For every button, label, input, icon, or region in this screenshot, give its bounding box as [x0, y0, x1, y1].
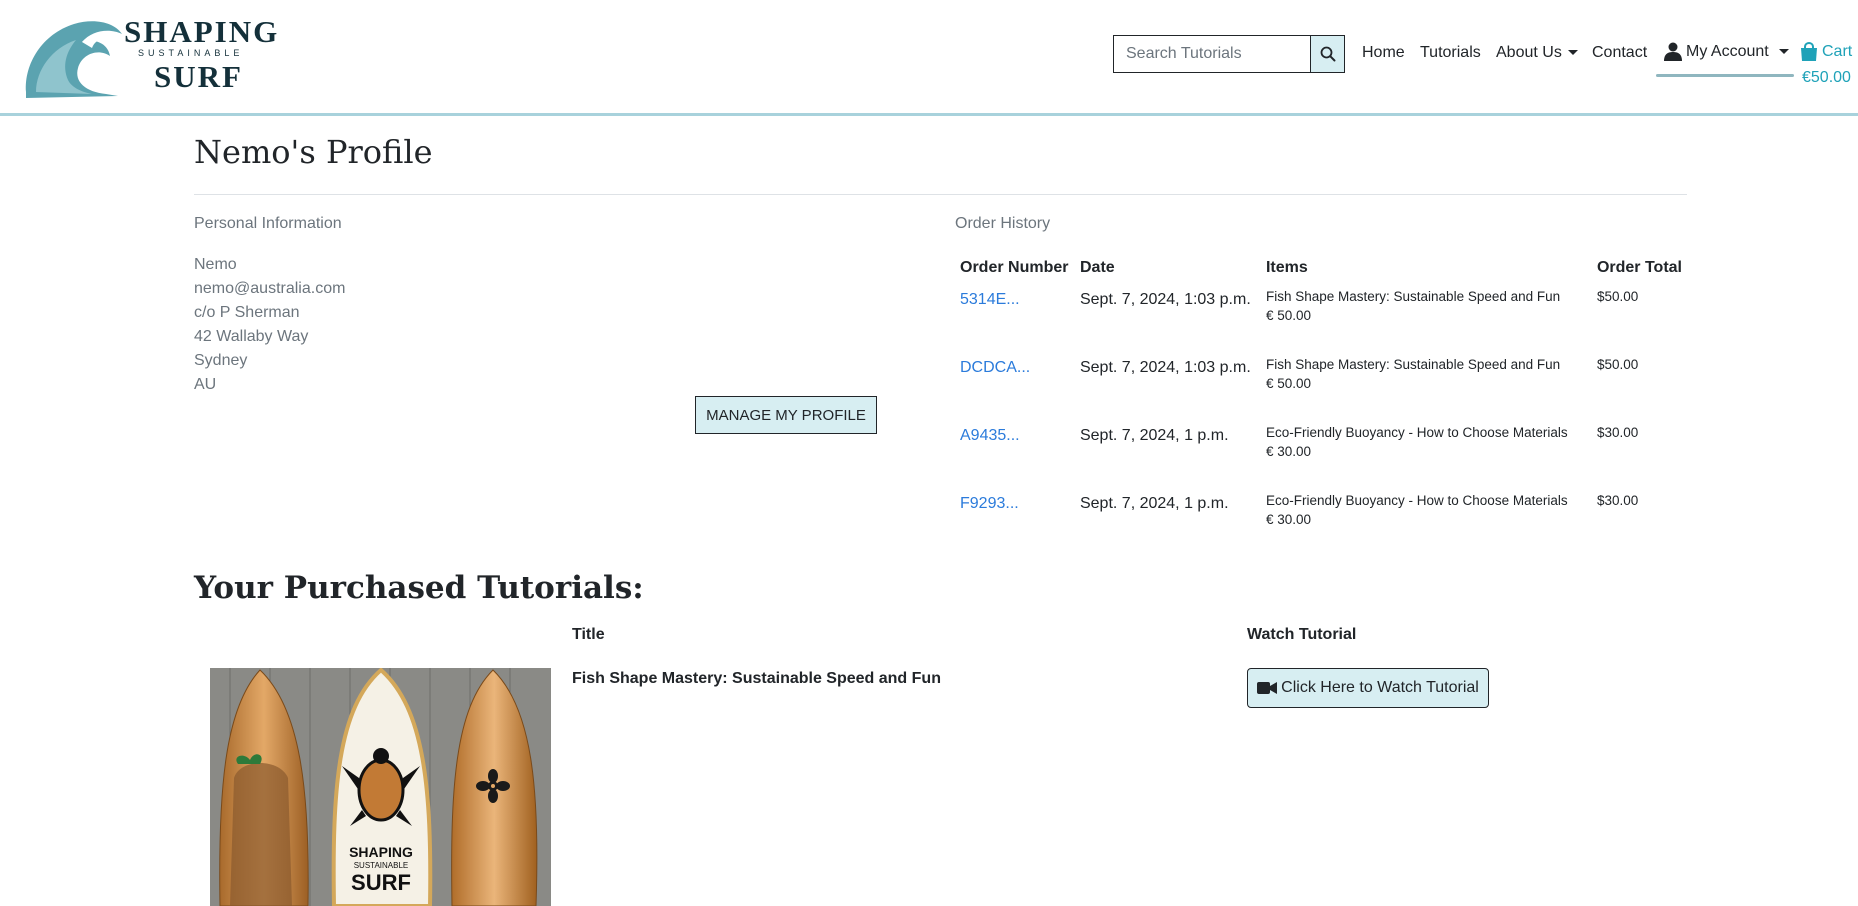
col-date: Date	[1079, 259, 1115, 276]
profile-address-line2: 42 Wallaby Way	[194, 328, 309, 345]
surfboards-image: SHAPING SUSTAINABLE SURF	[210, 668, 551, 906]
nav-account-label: My Account	[1686, 42, 1769, 60]
divider	[194, 194, 1687, 195]
table-row: F9293... Sept. 7, 2024, 1 p.m. Eco-Frien…	[955, 489, 1687, 557]
order-item-price: € 50.00	[1265, 308, 1312, 323]
tutorial-thumbnail: SHAPING SUSTAINABLE SURF	[210, 668, 551, 906]
personal-info-list: Nemo nemo@australia.com c/o P Sherman 42…	[194, 253, 345, 397]
search-button[interactable]	[1310, 35, 1345, 73]
watch-tutorial-button[interactable]: Click Here to Watch Tutorial	[1247, 668, 1489, 708]
order-date: Sept. 7, 2024, 1:03 p.m.	[1079, 359, 1251, 376]
order-total: $30.00	[1596, 425, 1639, 440]
nav-tutorials-link[interactable]: Tutorials	[1420, 44, 1481, 62]
order-item-name: Fish Shape Mastery: Sustainable Speed an…	[1265, 289, 1561, 304]
col-items: Items	[1265, 259, 1308, 276]
account-active-indicator	[1656, 74, 1794, 77]
video-camera-icon	[1257, 682, 1278, 694]
col-order-total: Order Total	[1596, 259, 1682, 276]
manage-profile-button[interactable]: MANAGE MY PROFILE	[695, 396, 877, 434]
wave-logo-icon	[25, 21, 122, 99]
order-number-link[interactable]: DCDCA...	[960, 357, 1070, 377]
page-title: Nemo's Profile	[194, 133, 433, 171]
order-item-name: Eco-Friendly Buoyancy - How to Choose Ma…	[1265, 425, 1568, 440]
cart-link[interactable]: Cart	[1800, 42, 1852, 62]
table-row: DCDCA... Sept. 7, 2024, 1:03 p.m. Fish S…	[955, 353, 1687, 421]
order-item-price: € 30.00	[1265, 444, 1312, 459]
order-date: Sept. 7, 2024, 1 p.m.	[1079, 427, 1229, 444]
search-form	[1113, 35, 1345, 73]
order-total: $50.00	[1596, 289, 1639, 304]
profile-address-line1: c/o P Sherman	[194, 304, 300, 321]
table-row: 5314E... Sept. 7, 2024, 1:03 p.m. Fish S…	[955, 285, 1687, 353]
col-title: Title	[572, 626, 605, 643]
logo-text-surf: SURF	[154, 59, 243, 94]
tutorial-title: Fish Shape Mastery: Sustainable Speed an…	[572, 670, 941, 687]
order-number-link[interactable]: 5314E...	[960, 289, 1070, 309]
logo-text-sustainable: SUSTAINABLE	[138, 48, 244, 58]
nav-about-dropdown[interactable]: About Us	[1496, 44, 1578, 62]
col-order-number: Order Number	[960, 259, 1069, 276]
nav-account-dropdown[interactable]: My Account	[1664, 42, 1789, 61]
nav-home-link[interactable]: Home	[1362, 44, 1405, 62]
profile-country: AU	[194, 376, 217, 393]
order-date: Sept. 7, 2024, 1 p.m.	[1079, 495, 1229, 512]
profile-name: Nemo	[194, 256, 237, 273]
cart-label: Cart	[1822, 43, 1853, 60]
caret-down-icon	[1567, 50, 1578, 56]
image-text-surf: SURF	[351, 870, 411, 895]
profile-email: nemo@australia.com	[194, 280, 346, 297]
order-date: Sept. 7, 2024, 1:03 p.m.	[1079, 291, 1251, 308]
image-text-sustainable: SUSTAINABLE	[354, 861, 409, 870]
user-icon	[1664, 42, 1682, 61]
search-icon	[1320, 46, 1335, 62]
search-input[interactable]	[1113, 35, 1310, 73]
table-header-row: Order Number Date Items Order Total	[955, 255, 1687, 285]
nav-about-label: About Us	[1496, 44, 1562, 61]
table-row: A9435... Sept. 7, 2024, 1 p.m. Eco-Frien…	[955, 421, 1687, 489]
caret-down-icon	[1778, 49, 1789, 54]
purchased-tutorials-title: Your Purchased Tutorials:	[194, 570, 644, 606]
order-number-link[interactable]: A9435...	[960, 425, 1070, 445]
personal-info-label: Personal Information	[194, 215, 342, 232]
shopping-bag-icon	[1801, 42, 1817, 61]
order-total: $30.00	[1596, 493, 1639, 508]
order-number-link[interactable]: F9293...	[960, 493, 1070, 513]
watch-tutorial-label: Click Here to Watch Tutorial	[1281, 679, 1479, 696]
order-history-table: Order Number Date Items Order Total 5314…	[955, 255, 1687, 557]
order-item-name: Eco-Friendly Buoyancy - How to Choose Ma…	[1265, 493, 1568, 508]
image-text-shaping: SHAPING	[349, 844, 413, 860]
order-item-price: € 50.00	[1265, 376, 1312, 391]
logo-text-shaping: SHAPING	[124, 14, 280, 49]
nav-contact-link[interactable]: Contact	[1592, 44, 1647, 62]
order-item-name: Fish Shape Mastery: Sustainable Speed an…	[1265, 357, 1561, 372]
site-logo[interactable]: SHAPING SUSTAINABLE SURF	[22, 14, 282, 100]
cart-total[interactable]: €50.00	[1802, 69, 1851, 87]
col-watch-tutorial: Watch Tutorial	[1247, 626, 1357, 643]
order-total: $50.00	[1596, 357, 1639, 372]
order-item-price: € 30.00	[1265, 512, 1312, 527]
order-history-label: Order History	[955, 215, 1051, 232]
profile-city: Sydney	[194, 352, 248, 369]
site-header: SHAPING SUSTAINABLE SURF Home Tutorials …	[0, 0, 1858, 116]
